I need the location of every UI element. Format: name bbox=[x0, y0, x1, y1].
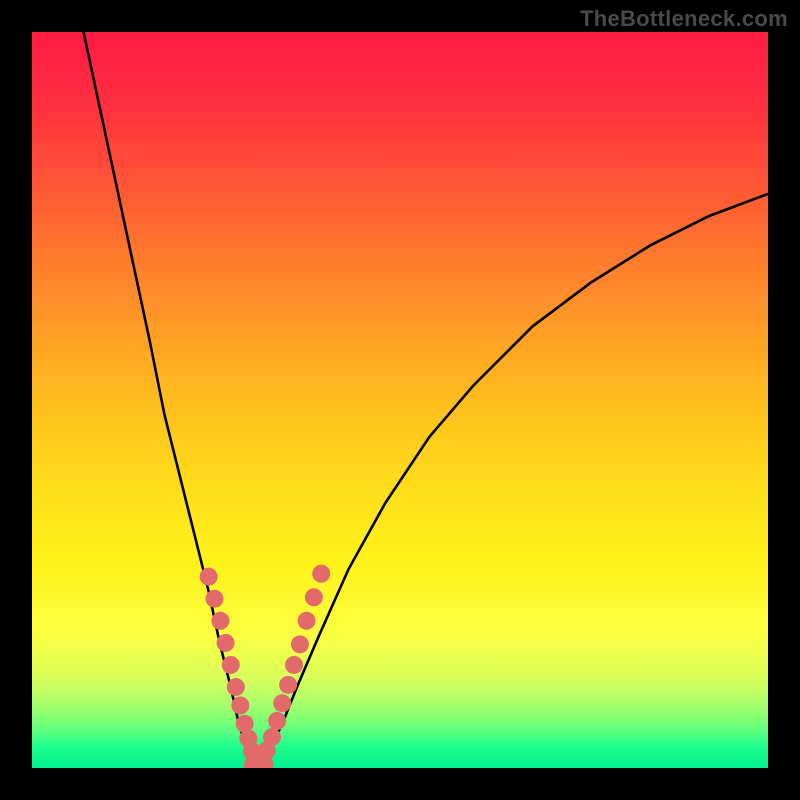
curve-group bbox=[84, 32, 768, 768]
data-dot bbox=[222, 656, 240, 674]
data-dot bbox=[211, 612, 229, 630]
data-dots bbox=[200, 565, 331, 768]
chart-frame: TheBottleneck.com bbox=[0, 0, 800, 800]
data-dot bbox=[291, 635, 309, 653]
data-dot bbox=[305, 588, 323, 606]
data-dot bbox=[231, 696, 249, 714]
data-dot bbox=[268, 712, 286, 730]
data-dot bbox=[273, 694, 291, 712]
curve-right bbox=[256, 194, 768, 768]
data-dot bbox=[285, 656, 303, 674]
data-dot bbox=[312, 565, 330, 583]
plot-area bbox=[32, 32, 768, 768]
data-dot bbox=[217, 634, 235, 652]
data-dot bbox=[206, 590, 224, 608]
data-dot bbox=[263, 728, 281, 746]
data-dot bbox=[298, 612, 316, 630]
chart-svg bbox=[32, 32, 768, 768]
data-dot bbox=[279, 676, 297, 694]
data-dot bbox=[227, 678, 245, 696]
watermark-text: TheBottleneck.com bbox=[580, 6, 788, 32]
data-dot bbox=[200, 568, 218, 586]
